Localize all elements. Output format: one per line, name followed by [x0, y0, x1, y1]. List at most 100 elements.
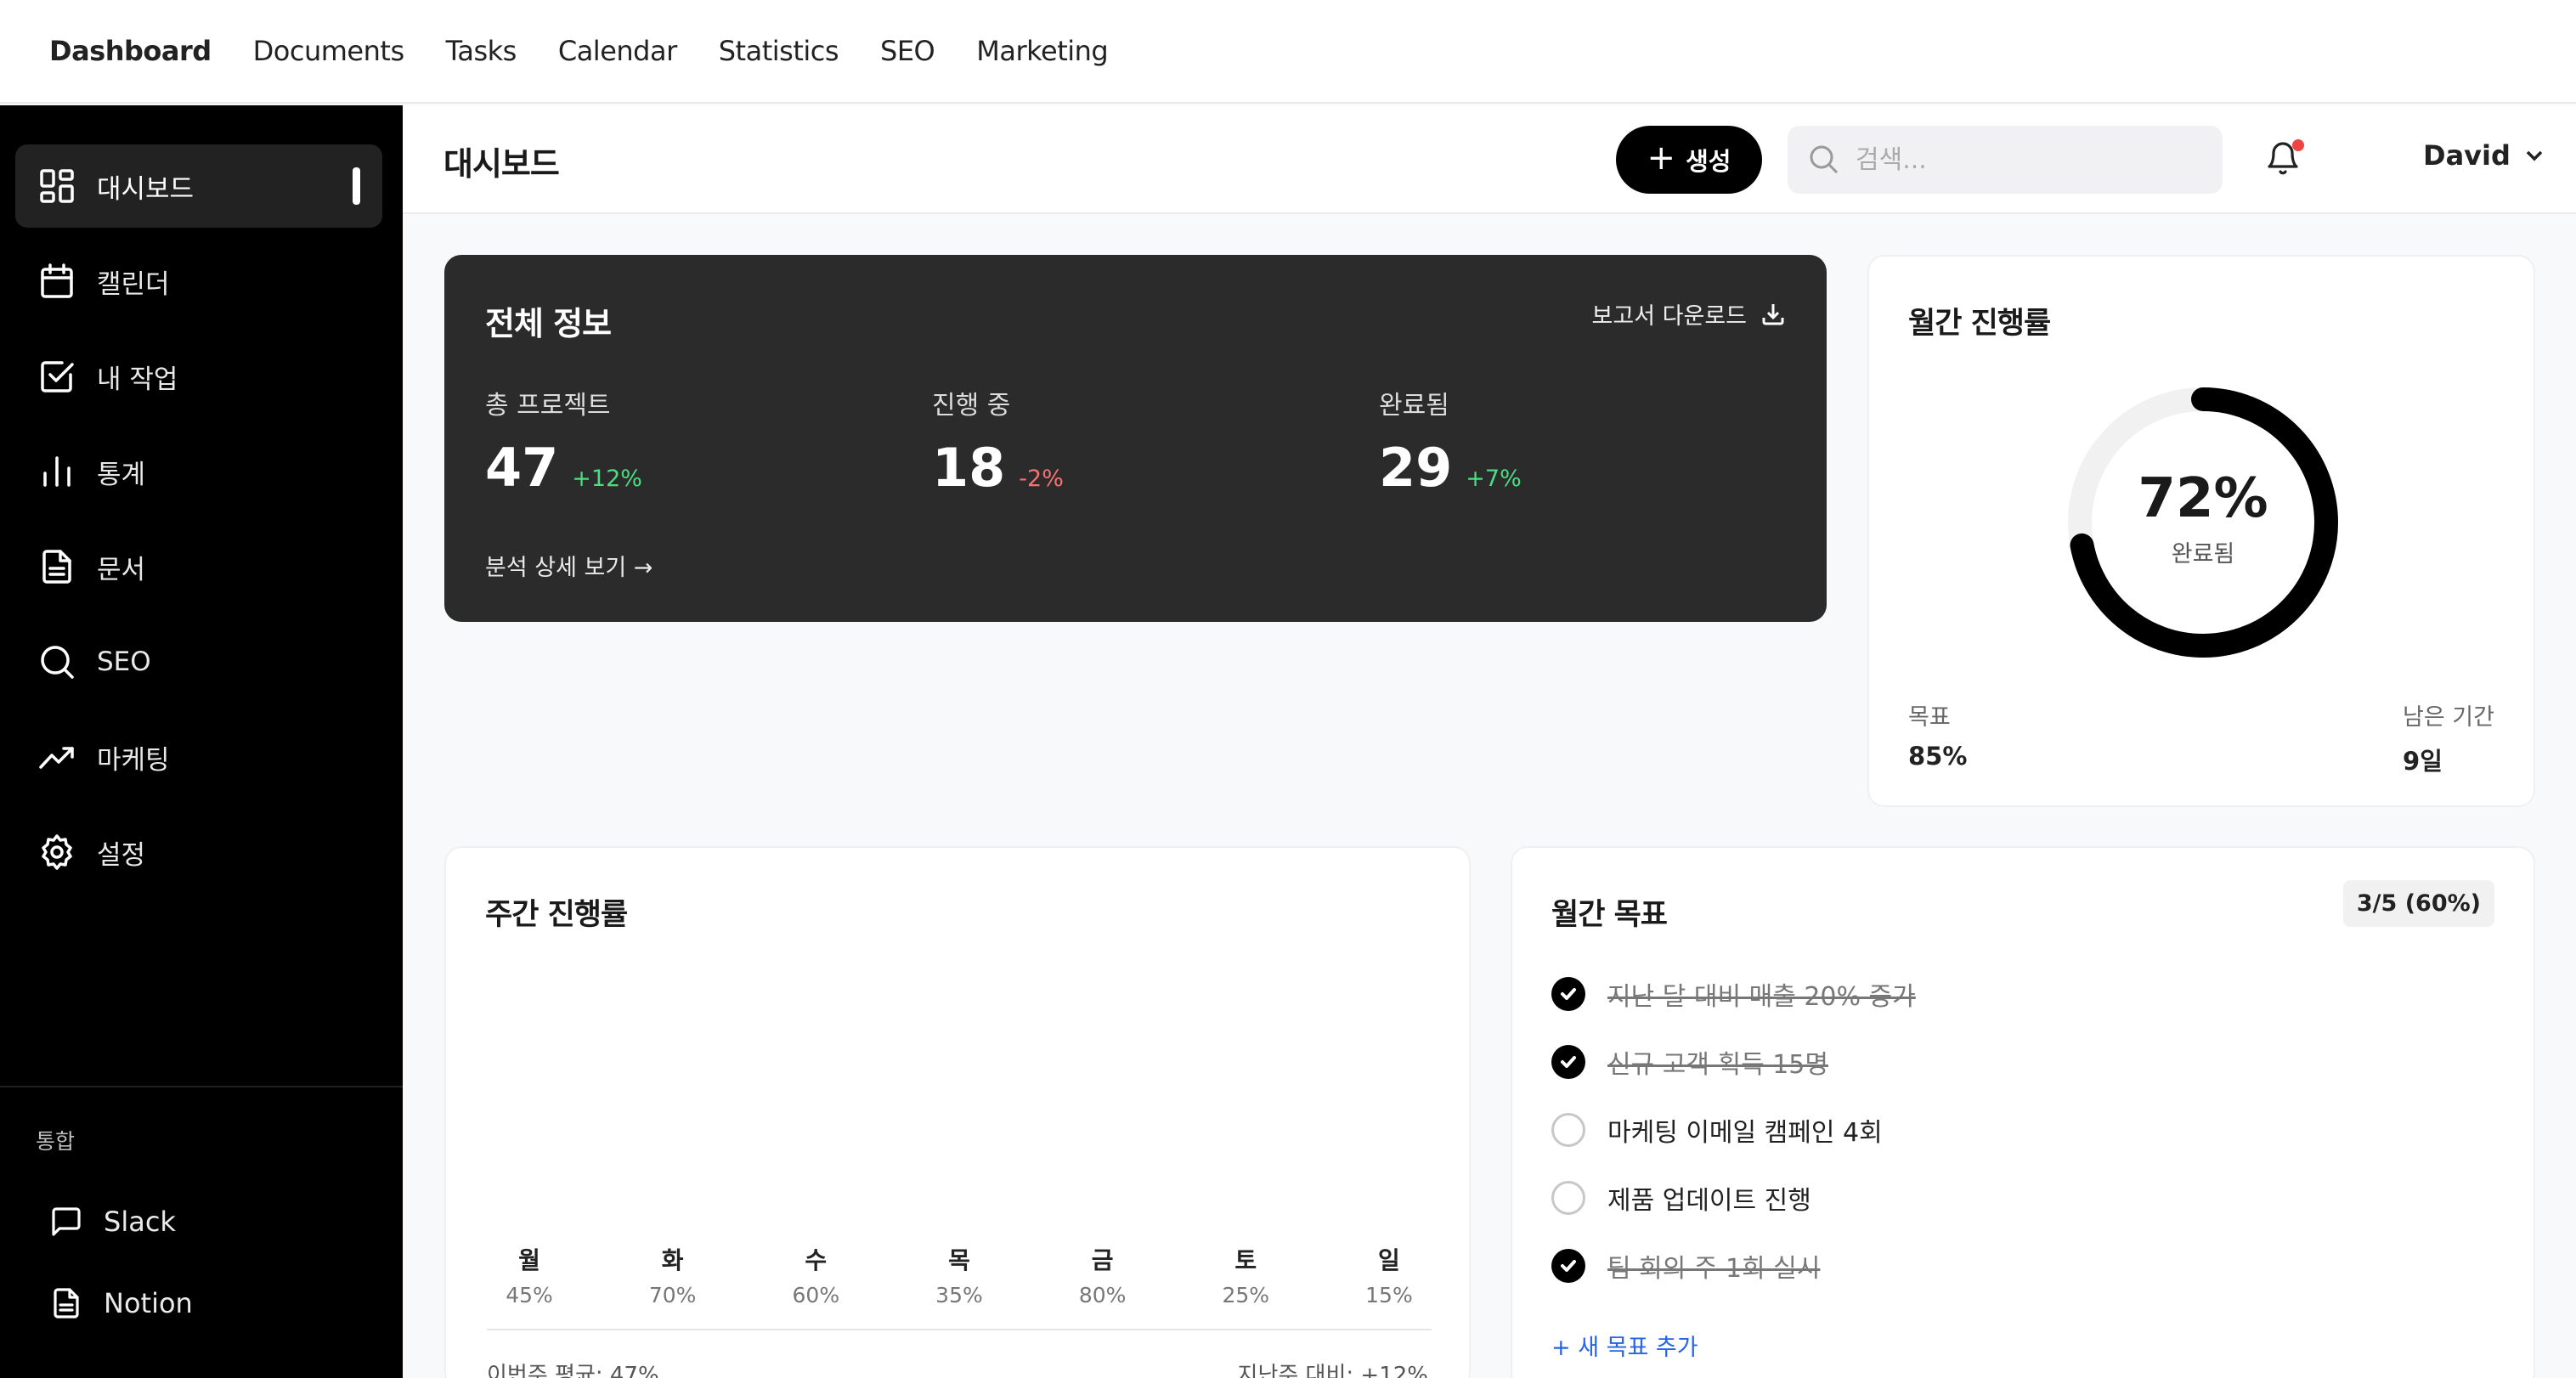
topnav-dashboard[interactable]: Dashboard	[49, 35, 212, 67]
checkbox-checked[interactable]	[1551, 977, 1585, 1011]
grid-icon	[37, 167, 76, 206]
weekly-bar	[509, 1108, 550, 1230]
search-input[interactable]	[1856, 144, 2212, 175]
weekly-bar-slot	[487, 958, 572, 1230]
search-box	[1788, 126, 2223, 194]
page-title: 대시보드	[443, 145, 560, 183]
checkbox-unchecked[interactable]	[1551, 1113, 1585, 1147]
stat-value: 18	[932, 437, 1006, 499]
topnav-marketing[interactable]: Marketing	[976, 35, 1108, 67]
weekly-bar	[1225, 1162, 1267, 1230]
goal-item[interactable]: 마케팅 이메일 캠페인 4회	[1551, 1111, 1883, 1149]
integrations-heading: 통합	[36, 1129, 76, 1154]
remaining-label: 남은 기간	[2403, 704, 2494, 731]
checkbox-checked[interactable]	[1551, 1045, 1585, 1079]
sidebar-divider	[0, 1086, 403, 1087]
day-label: 목	[948, 1246, 970, 1274]
goal-text: 제품 업데이트 진행	[1607, 1186, 1811, 1216]
topnav-documents[interactable]: Documents	[253, 35, 404, 67]
top-nav: Dashboard Documents Tasks Calendar Stati…	[0, 0, 2576, 104]
user-name: David	[2423, 139, 2511, 172]
stat-change: +7%	[1466, 466, 1522, 492]
integration-notion[interactable]: Notion	[49, 1286, 193, 1320]
user-menu[interactable]: David	[2423, 139, 2546, 172]
day-thu: 목 35%	[917, 1242, 1002, 1307]
integration-slack[interactable]: Slack	[49, 1205, 176, 1239]
day-percent: 70%	[648, 1283, 697, 1307]
sidebar-item-statistics[interactable]: 통계	[15, 430, 382, 513]
download-report-button[interactable]: 보고서 다운로드	[1592, 297, 1786, 330]
stat-total-projects: 총 프로젝트 47 +12%	[485, 384, 642, 499]
weekly-compare: 지난주 대비: +12%	[1237, 1363, 1428, 1378]
sidebar-item-calendar[interactable]: 캘린더	[15, 240, 382, 323]
goal-text: 마케팅 이메일 캠페인 4회	[1607, 1118, 1883, 1148]
chat-icon	[52, 1207, 81, 1236]
sidebar-item-label: 캘린더	[97, 268, 170, 300]
weekly-progress-card: 주간 진행률 월 45% 화 70% 수 60% 목 35% 금 80% 토 25% 일 15…	[444, 846, 1471, 1378]
stat-change: -2%	[1019, 466, 1064, 492]
calendar-icon	[37, 262, 76, 301]
monthly-goals-card: 월간 목표 3/5 (60%) 지난 달 대비 매출 20% 증가 신규 고객 …	[1511, 846, 2535, 1378]
sidebar-item-dashboard[interactable]: 대시보드	[15, 144, 382, 228]
sidebar-item-seo[interactable]: SEO	[15, 620, 382, 703]
notification-button[interactable]	[2263, 139, 2306, 182]
search-icon	[1810, 145, 1839, 174]
weekly-bar	[1082, 1013, 1123, 1230]
add-goal-button[interactable]: + 새 목표 추가	[1551, 1329, 1698, 1362]
topnav-statistics[interactable]: Statistics	[719, 35, 839, 67]
weekly-bar	[652, 1040, 693, 1230]
chevron-down-icon	[2526, 150, 2543, 161]
stat-value: 47	[485, 437, 559, 499]
goal-item[interactable]: 신규 고객 획득 15명	[1551, 1043, 1828, 1081]
goal-item[interactable]: 지난 달 대비 매출 20% 증가	[1551, 975, 1916, 1013]
analysis-detail-link[interactable]: 분석 상세 보기 →	[485, 549, 652, 582]
day-label: 금	[1091, 1246, 1114, 1274]
day-mon: 월 45%	[487, 1242, 572, 1307]
trending-up-icon	[37, 737, 76, 777]
search-icon	[37, 642, 76, 681]
stat-in-progress: 진행 중 18 -2%	[932, 384, 1064, 499]
check-icon	[1561, 1260, 1576, 1272]
stat-label: 완료됨	[1379, 391, 1449, 421]
stat-label: 진행 중	[932, 391, 1011, 421]
goal-text: 팀 회의 주 1회 실시	[1607, 1254, 1821, 1284]
monthly-progress-title: 월간 진행률	[1908, 307, 2051, 341]
goal-item[interactable]: 팀 회의 주 1회 실시	[1551, 1247, 1820, 1285]
goal-item[interactable]: 제품 업데이트 진행	[1551, 1179, 1811, 1217]
stat-change: +12%	[572, 466, 642, 492]
plus-icon: +	[1647, 138, 1676, 178]
document-icon	[37, 547, 76, 586]
download-report-label: 보고서 다운로드	[1591, 303, 1747, 330]
sidebar-item-marketing[interactable]: 마케팅	[15, 715, 382, 799]
checkbox-checked[interactable]	[1551, 1249, 1585, 1283]
integration-label: Slack	[104, 1206, 176, 1238]
download-icon	[1762, 303, 1784, 325]
document-icon	[54, 1288, 79, 1319]
day-percent: 45%	[506, 1283, 553, 1307]
sidebar-item-label: 내 작업	[97, 364, 178, 395]
create-button[interactable]: + 생성	[1616, 126, 1762, 194]
monthly-progress-card: 월간 진행률 72% 완료됨 목표 85% 남은 기간 9일	[1867, 255, 2535, 807]
goal-value: 85%	[1908, 742, 1968, 771]
day-percent: 25%	[1222, 1283, 1270, 1307]
progress-percent: 72%	[2138, 467, 2268, 530]
topnav-seo[interactable]: SEO	[880, 35, 935, 67]
topnav-tasks[interactable]: Tasks	[446, 35, 517, 67]
stat-label: 총 프로젝트	[485, 391, 611, 421]
monthly-goals-title: 월간 목표	[1551, 898, 1668, 932]
weekly-bars	[487, 958, 1432, 1230]
weekly-progress-title: 주간 진행률	[485, 898, 628, 932]
sidebar-item-settings[interactable]: 설정	[15, 810, 382, 894]
weekly-divider	[487, 1329, 1432, 1330]
day-percent: 35%	[935, 1283, 983, 1307]
sidebar-item-my-tasks[interactable]: 내 작업	[15, 335, 382, 418]
gear-icon	[37, 833, 76, 872]
day-label: 토	[1234, 1246, 1257, 1274]
day-label: 일	[1378, 1246, 1400, 1274]
topnav-calendar[interactable]: Calendar	[558, 35, 677, 67]
sidebar-item-label: 문서	[97, 554, 146, 585]
checkbox-unchecked[interactable]	[1551, 1181, 1585, 1215]
day-percent: 80%	[1078, 1283, 1127, 1307]
sidebar-item-documents[interactable]: 문서	[15, 525, 382, 608]
weekly-bar-slot	[1203, 958, 1288, 1230]
